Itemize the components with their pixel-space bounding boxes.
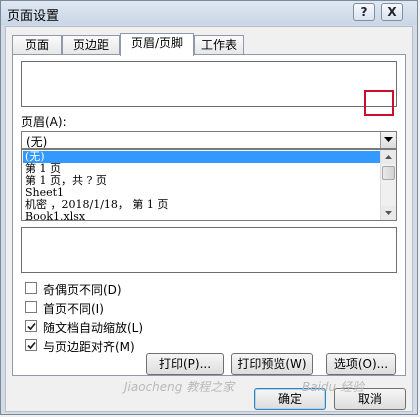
print-preview-button[interactable]: 打印预览(W) — [231, 353, 313, 375]
scale-with-document-checkbox[interactable] — [25, 320, 37, 332]
title-bar: 页面设置 ? X — [1, 1, 417, 25]
list-item[interactable]: 第 1 页，共 ? 页 — [23, 175, 380, 187]
dialog-body: 页面 页边距 页眉/页脚 工作表 页眉(A): (无) (无) 第 1 页 第 … — [5, 26, 413, 412]
tab-margins[interactable]: 页边距 — [62, 35, 120, 55]
tab-page[interactable]: 页面 — [12, 35, 62, 55]
options-button[interactable]: 选项(O)... — [326, 353, 396, 375]
footer-preview — [21, 227, 397, 273]
align-margins-label: 与页边距对齐(M) — [43, 340, 135, 354]
header-footer-panel: 页眉(A): (无) (无) 第 1 页 第 1 页，共 ? 页 Sheet1 … — [12, 54, 406, 376]
checkmark-icon — [27, 341, 36, 350]
header-preview — [21, 61, 397, 107]
scroll-down-icon[interactable] — [381, 206, 396, 220]
header-selected-value: (无) — [26, 135, 48, 149]
align-margins-checkbox[interactable] — [25, 339, 37, 351]
first-page-label: 首页不同(I) — [43, 302, 104, 316]
header-label: 页眉(A): — [21, 115, 67, 129]
print-button[interactable]: 打印(P)... — [146, 353, 224, 375]
watermark-left: Jiaocheng 教程之家 — [124, 380, 235, 394]
scale-with-document-label: 随文档自动缩放(L) — [43, 321, 144, 335]
tab-header-footer[interactable]: 页眉/页脚 — [120, 33, 194, 56]
close-button[interactable]: X — [381, 3, 403, 21]
header-dropdown[interactable]: (无) — [21, 131, 397, 149]
first-page-checkbox[interactable] — [25, 301, 37, 313]
tab-sheet[interactable]: 工作表 — [194, 35, 244, 55]
list-scrollbar[interactable] — [380, 150, 396, 220]
dialog-title: 页面设置 — [7, 9, 60, 24]
checkmark-icon — [27, 322, 36, 331]
dropdown-arrow-button[interactable] — [380, 132, 396, 148]
highlight-annotation — [364, 90, 394, 116]
chevron-down-icon — [384, 137, 393, 142]
help-button[interactable]: ? — [353, 3, 375, 21]
odd-even-checkbox[interactable] — [25, 282, 37, 294]
list-item[interactable]: Book1.xlsx — [23, 211, 380, 221]
list-item[interactable]: (无) — [23, 151, 380, 163]
page-setup-dialog: 页面设置 ? X 页面 页边距 页眉/页脚 工作表 页眉(A): (无) (无)… — [0, 0, 418, 415]
watermark-right: Baidu 经验 — [302, 380, 364, 394]
scroll-thumb[interactable] — [382, 166, 395, 180]
odd-even-label: 奇偶页不同(D) — [43, 283, 122, 297]
scroll-up-icon[interactable] — [381, 150, 396, 164]
header-options-list[interactable]: (无) 第 1 页 第 1 页，共 ? 页 Sheet1 机密 ，2018/1/… — [21, 149, 397, 221]
